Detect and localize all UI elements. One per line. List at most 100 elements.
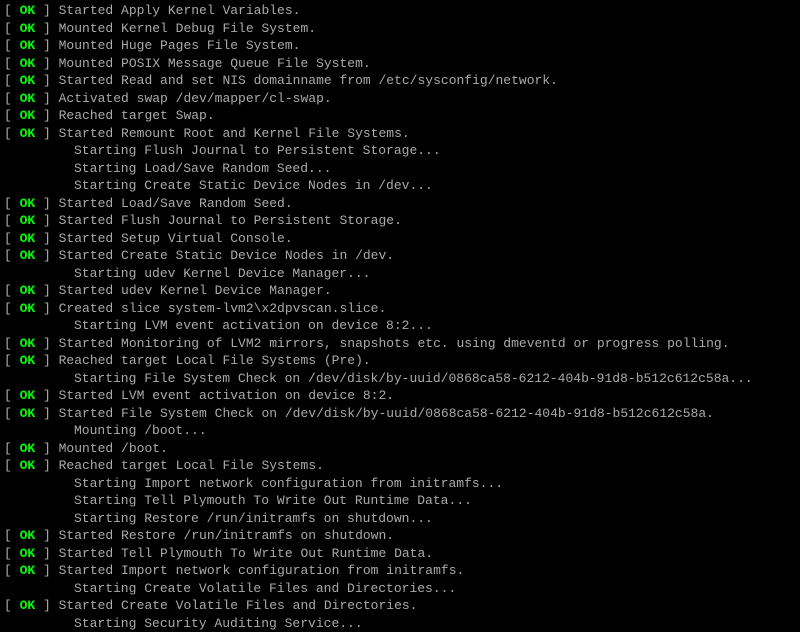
bracket-left: [ [4, 213, 20, 228]
boot-message: Mounted /boot. [59, 441, 168, 456]
status-ok: OK [20, 301, 36, 316]
boot-message: Starting Create Static Device Nodes in /… [74, 178, 433, 193]
boot-log-line: [ OK ] Started Load/Save Random Seed. [4, 195, 796, 213]
bracket-right: ] [35, 56, 58, 71]
status-ok: OK [20, 406, 36, 421]
status-ok: OK [20, 563, 36, 578]
boot-message: Reached target Swap. [59, 108, 215, 123]
boot-log-line: [ OK ] Started udev Kernel Device Manage… [4, 282, 796, 300]
bracket-left: [ [4, 3, 20, 18]
boot-message: Starting File System Check on /dev/disk/… [74, 371, 753, 386]
bracket-left: [ [4, 458, 20, 473]
boot-message: Starting Tell Plymouth To Write Out Runt… [74, 493, 472, 508]
boot-log-line: [ OK ] Started Monitoring of LVM2 mirror… [4, 335, 796, 353]
boot-message: Starting Import network configuration fr… [74, 476, 503, 491]
boot-log-line: [ OK ] Mounted POSIX Message Queue File … [4, 55, 796, 73]
status-ok: OK [20, 441, 36, 456]
status-ok: OK [20, 231, 36, 246]
boot-log-line: [ OK ] Started Restore /run/initramfs on… [4, 527, 796, 545]
bracket-right: ] [35, 546, 58, 561]
boot-log-line: [ OK ] Mounted Kernel Debug File System. [4, 20, 796, 38]
boot-log-line: [ OK ] Started Remount Root and Kernel F… [4, 125, 796, 143]
status-ok: OK [20, 3, 36, 18]
bracket-right: ] [35, 3, 58, 18]
boot-message: Started Flush Journal to Persistent Stor… [59, 213, 402, 228]
bracket-right: ] [35, 388, 58, 403]
boot-message: Started Restore /run/initramfs on shutdo… [59, 528, 394, 543]
boot-message: Mounted Huge Pages File System. [59, 38, 301, 53]
bracket-right: ] [35, 441, 58, 456]
bracket-left: [ [4, 441, 20, 456]
bracket-right: ] [35, 563, 58, 578]
bracket-left: [ [4, 546, 20, 561]
bracket-left: [ [4, 336, 20, 351]
boot-log-line: Starting udev Kernel Device Manager... [4, 265, 796, 283]
boot-message: Activated swap /dev/mapper/cl-swap. [59, 91, 332, 106]
boot-log-line: [ OK ] Created slice system-lvm2\x2dpvsc… [4, 300, 796, 318]
bracket-right: ] [35, 21, 58, 36]
bracket-right: ] [35, 108, 58, 123]
status-ok: OK [20, 353, 36, 368]
boot-message: Mounted POSIX Message Queue File System. [59, 56, 371, 71]
bracket-right: ] [35, 91, 58, 106]
status-ok: OK [20, 21, 36, 36]
boot-log-line: [ OK ] Started Apply Kernel Variables. [4, 2, 796, 20]
boot-log-line: [ OK ] Reached target Swap. [4, 107, 796, 125]
boot-log-container: [ OK ] Started Apply Kernel Variables.[ … [4, 2, 796, 632]
bracket-left: [ [4, 126, 20, 141]
bracket-right: ] [35, 528, 58, 543]
status-ok: OK [20, 108, 36, 123]
bracket-left: [ [4, 301, 20, 316]
bracket-left: [ [4, 91, 20, 106]
status-ok: OK [20, 38, 36, 53]
boot-log-line: Mounting /boot... [4, 422, 796, 440]
bracket-left: [ [4, 598, 20, 613]
status-ok: OK [20, 546, 36, 561]
bracket-right: ] [35, 196, 58, 211]
boot-log-line: Starting Create Static Device Nodes in /… [4, 177, 796, 195]
boot-log-line: [ OK ] Started Setup Virtual Console. [4, 230, 796, 248]
bracket-right: ] [35, 248, 58, 263]
boot-message: Started Create Static Device Nodes in /d… [59, 248, 394, 263]
boot-log-line: Starting File System Check on /dev/disk/… [4, 370, 796, 388]
bracket-left: [ [4, 231, 20, 246]
status-ok: OK [20, 388, 36, 403]
bracket-right: ] [35, 213, 58, 228]
boot-log-line: Starting Import network configuration fr… [4, 475, 796, 493]
bracket-right: ] [35, 301, 58, 316]
boot-log-line: [ OK ] Started File System Check on /dev… [4, 405, 796, 423]
bracket-right: ] [35, 231, 58, 246]
boot-message: Reached target Local File Systems (Pre). [59, 353, 371, 368]
boot-message: Started Monitoring of LVM2 mirrors, snap… [59, 336, 730, 351]
boot-log-line: Starting LVM event activation on device … [4, 317, 796, 335]
boot-message: Starting LVM event activation on device … [74, 318, 433, 333]
bracket-left: [ [4, 528, 20, 543]
bracket-right: ] [35, 458, 58, 473]
bracket-right: ] [35, 126, 58, 141]
boot-log-line: [ OK ] Started Tell Plymouth To Write Ou… [4, 545, 796, 563]
bracket-left: [ [4, 248, 20, 263]
boot-message: Starting Security Auditing Service... [74, 616, 363, 631]
boot-message: Started File System Check on /dev/disk/b… [59, 406, 714, 421]
boot-log-line: [ OK ] Started Flush Journal to Persiste… [4, 212, 796, 230]
bracket-right: ] [35, 336, 58, 351]
boot-log-line: Starting Restore /run/initramfs on shutd… [4, 510, 796, 528]
boot-message: Reached target Local File Systems. [59, 458, 324, 473]
bracket-right: ] [35, 283, 58, 298]
boot-log-line: [ OK ] Reached target Local File Systems… [4, 457, 796, 475]
bracket-left: [ [4, 196, 20, 211]
status-ok: OK [20, 91, 36, 106]
status-ok: OK [20, 213, 36, 228]
bracket-left: [ [4, 73, 20, 88]
status-ok: OK [20, 248, 36, 263]
boot-log-line: [ OK ] Started Import network configurat… [4, 562, 796, 580]
bracket-left: [ [4, 563, 20, 578]
boot-message: Started Import network configuration fro… [59, 563, 465, 578]
boot-message: Starting Load/Save Random Seed... [74, 161, 331, 176]
status-ok: OK [20, 528, 36, 543]
boot-message: Started Apply Kernel Variables. [59, 3, 301, 18]
bracket-right: ] [35, 73, 58, 88]
boot-message: Starting Restore /run/initramfs on shutd… [74, 511, 433, 526]
status-ok: OK [20, 283, 36, 298]
status-ok: OK [20, 336, 36, 351]
